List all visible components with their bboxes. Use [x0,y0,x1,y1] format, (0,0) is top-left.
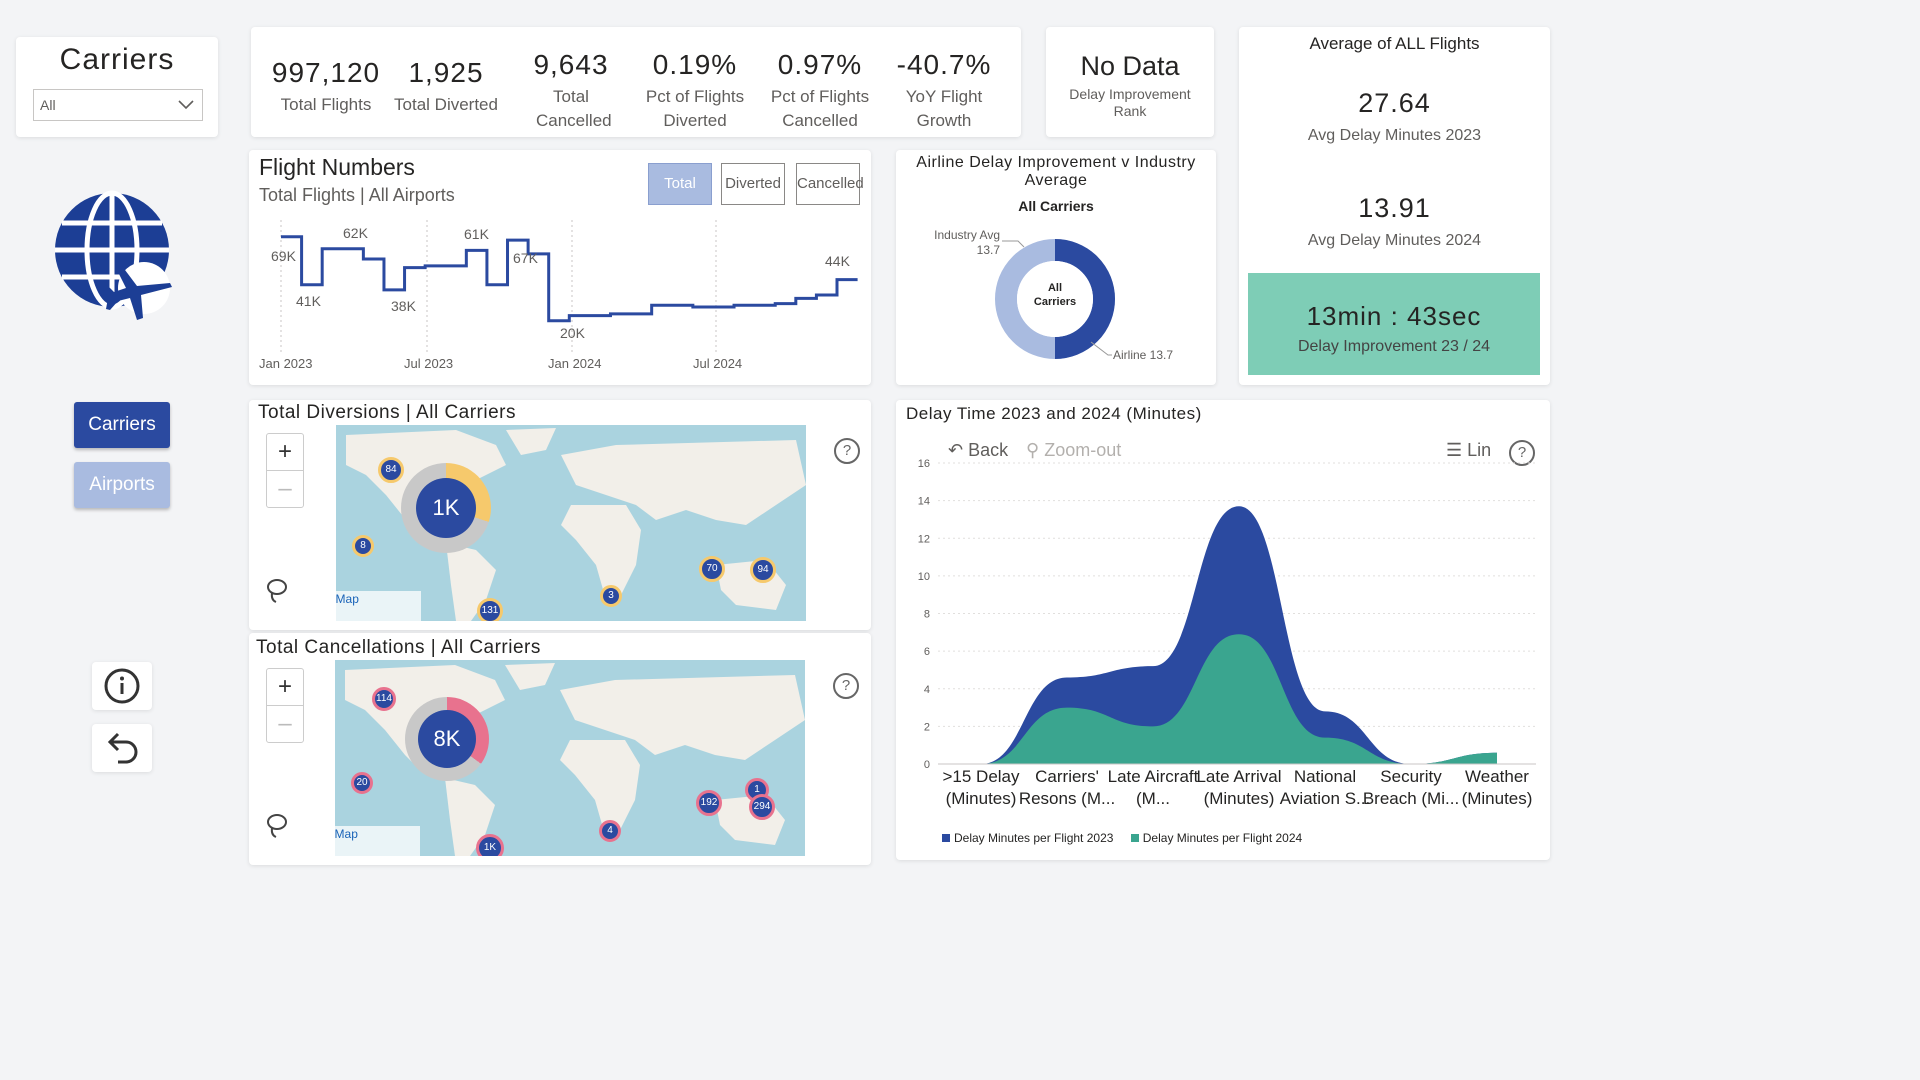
nav-airports-button[interactable]: Airports [74,462,170,508]
legend-swatch-2024 [1130,834,1139,842]
x-label-jan-2023: Jan 2023 [259,356,313,371]
diversions-zoom-control: + – [266,433,304,508]
point-label: 67K [513,250,538,266]
y-tick-label: 6 [924,646,930,658]
map-bubble[interactable]: 131 [477,598,503,621]
undo-icon [107,732,138,764]
chevron-down-icon [178,100,194,110]
delay-chart-card: Delay Time 2023 and 2024 (Minutes) ↶ Bac… [896,400,1550,860]
y-tick-label: 16 [918,458,930,470]
avg-2024-value: 13.91 [1358,193,1431,223]
kpi-bar: 997,120 Total Flights 1,925 Total Diverted… [251,27,1021,137]
osm-link[interactable]: OpenStreetMap [336,592,359,606]
avg-2023-label: Avg Delay Minutes 2023 [1307,127,1482,144]
rank-value: No Data [1080,51,1180,81]
globe-plane-logo [55,190,172,320]
map-attribution: © OpenStreetMap contributors [335,826,420,856]
zoom-out-button[interactable]: – [267,470,303,507]
point-label: 61K [464,226,489,242]
rank-label: Delay Improvement Rank [1069,86,1191,119]
point-label: 38K [391,298,416,314]
diversions-map-card: Total Diversions | All Carriers + – ? 1K… [249,400,871,630]
legend-label-2024: Delay Minutes per Flight 2024 [1142,831,1303,845]
slicer-title: Carriers [59,43,175,76]
average-title: Average of ALL Flights [1309,34,1480,53]
zoom-out-button[interactable]: – [267,705,303,742]
map-bubble[interactable]: 84 [378,457,404,483]
osm-link[interactable]: OpenStreetMap [335,827,358,841]
cancellations-map-title: Total Cancellations | All Carriers [256,637,541,658]
category-label: Weather (Minutes) [1461,767,1533,808]
zoom-in-button[interactable]: + [267,669,303,705]
lasso-icon[interactable] [265,578,289,604]
donut-industry-label: Industry Avg 13.7 [934,228,1000,257]
legend-label-2023: Delay Minutes per Flight 2023 [954,831,1114,845]
diversions-map[interactable]: 1K 84 8 131 3 70 94 © OpenStreetMap cont… [336,425,806,621]
map-bubble[interactable]: 294 [749,794,775,820]
map-bubble[interactable]: 4 [599,820,621,842]
donut-airline-label: Airline 13.7 [1113,348,1174,362]
info-icon [104,668,140,704]
y-tick-label: 2 [924,721,930,733]
point-label: 69K [271,248,296,264]
point-label: 62K [343,225,368,241]
kpi-yoy-growth: -40.7% YoY Flight Growth [896,49,992,130]
point-label: 20K [560,325,585,341]
rank-card: No Data Delay Improvement Rank [1046,27,1214,137]
x-label-jul-2024: Jul 2024 [693,356,743,371]
legend: Delay Minutes per Flight 2023 Delay Minu… [942,831,1302,845]
y-tick-label: 14 [918,496,930,508]
x-label-jan-2024: Jan 2024 [548,356,602,371]
y-tick-label: 12 [918,533,930,545]
map-bubble[interactable]: 20 [351,772,373,794]
average-card: Average of ALL Flights 27.64 Avg Delay M… [1239,27,1550,385]
map-attribution: © OpenStreetMap contributors [336,591,421,621]
y-tick-label: 4 [924,684,930,696]
help-icon[interactable]: ? [834,438,860,464]
carrier-dropdown[interactable]: All [33,89,203,121]
avg-2024-label: Avg Delay Minutes 2024 [1307,232,1482,249]
map-bubble-1k[interactable]: 1K [416,478,476,538]
reset-button[interactable] [92,724,152,772]
cancellations-map-card: Total Cancellations | All Carriers + – ?… [249,633,871,865]
help-icon[interactable]: ? [833,673,859,699]
y-tick-label: 10 [918,571,930,583]
flight-numbers-card: Flight Numbers Total Flights | All Airpo… [249,150,871,385]
x-label-jul-2023: Jul 2023 [404,356,454,371]
donut-center-label: All Carriers [1033,282,1077,308]
map-bubble[interactable]: 1K [476,834,504,856]
map-bubble[interactable]: 94 [750,557,776,583]
cancellations-zoom-control: + – [266,668,304,743]
improvement-label: Delay Improvement 23 / 24 [1297,338,1491,355]
nav-carriers-button[interactable]: Carriers [74,402,170,448]
avg-2023-value: 27.64 [1358,88,1431,118]
diversions-map-title: Total Diversions | All Carriers [258,402,517,423]
improvement-value: 13min : 43sec [1306,301,1482,331]
point-label: 44K [825,253,850,269]
lasso-icon[interactable] [265,813,289,839]
carrier-slicer: Carriers All [16,37,218,137]
point-label: 41K [296,293,321,309]
map-bubble[interactable]: 3 [600,585,622,607]
y-tick-label: 8 [924,609,930,621]
improvement-box: 13min : 43sec Delay Improvement 23 / 24 [1248,273,1540,375]
map-bubble[interactable]: 192 [696,790,722,816]
map-bubble[interactable]: 70 [699,556,725,582]
carrier-dropdown-value: All [40,97,56,113]
map-bubble[interactable]: 8 [352,535,374,557]
legend-swatch-2023 [942,834,950,842]
map-bubble[interactable]: 114 [372,687,396,711]
flight-line-chart [280,220,858,355]
cancellations-map[interactable]: 8K 114 20 1K 4 192 1 294 © OpenStreetMap… [335,660,805,856]
map-bubble-8k[interactable]: 8K [418,710,476,768]
info-button[interactable] [92,662,152,710]
donut-card: Airline Delay Improvement v Industry Ave… [896,150,1216,385]
zoom-in-button[interactable]: + [267,434,303,470]
